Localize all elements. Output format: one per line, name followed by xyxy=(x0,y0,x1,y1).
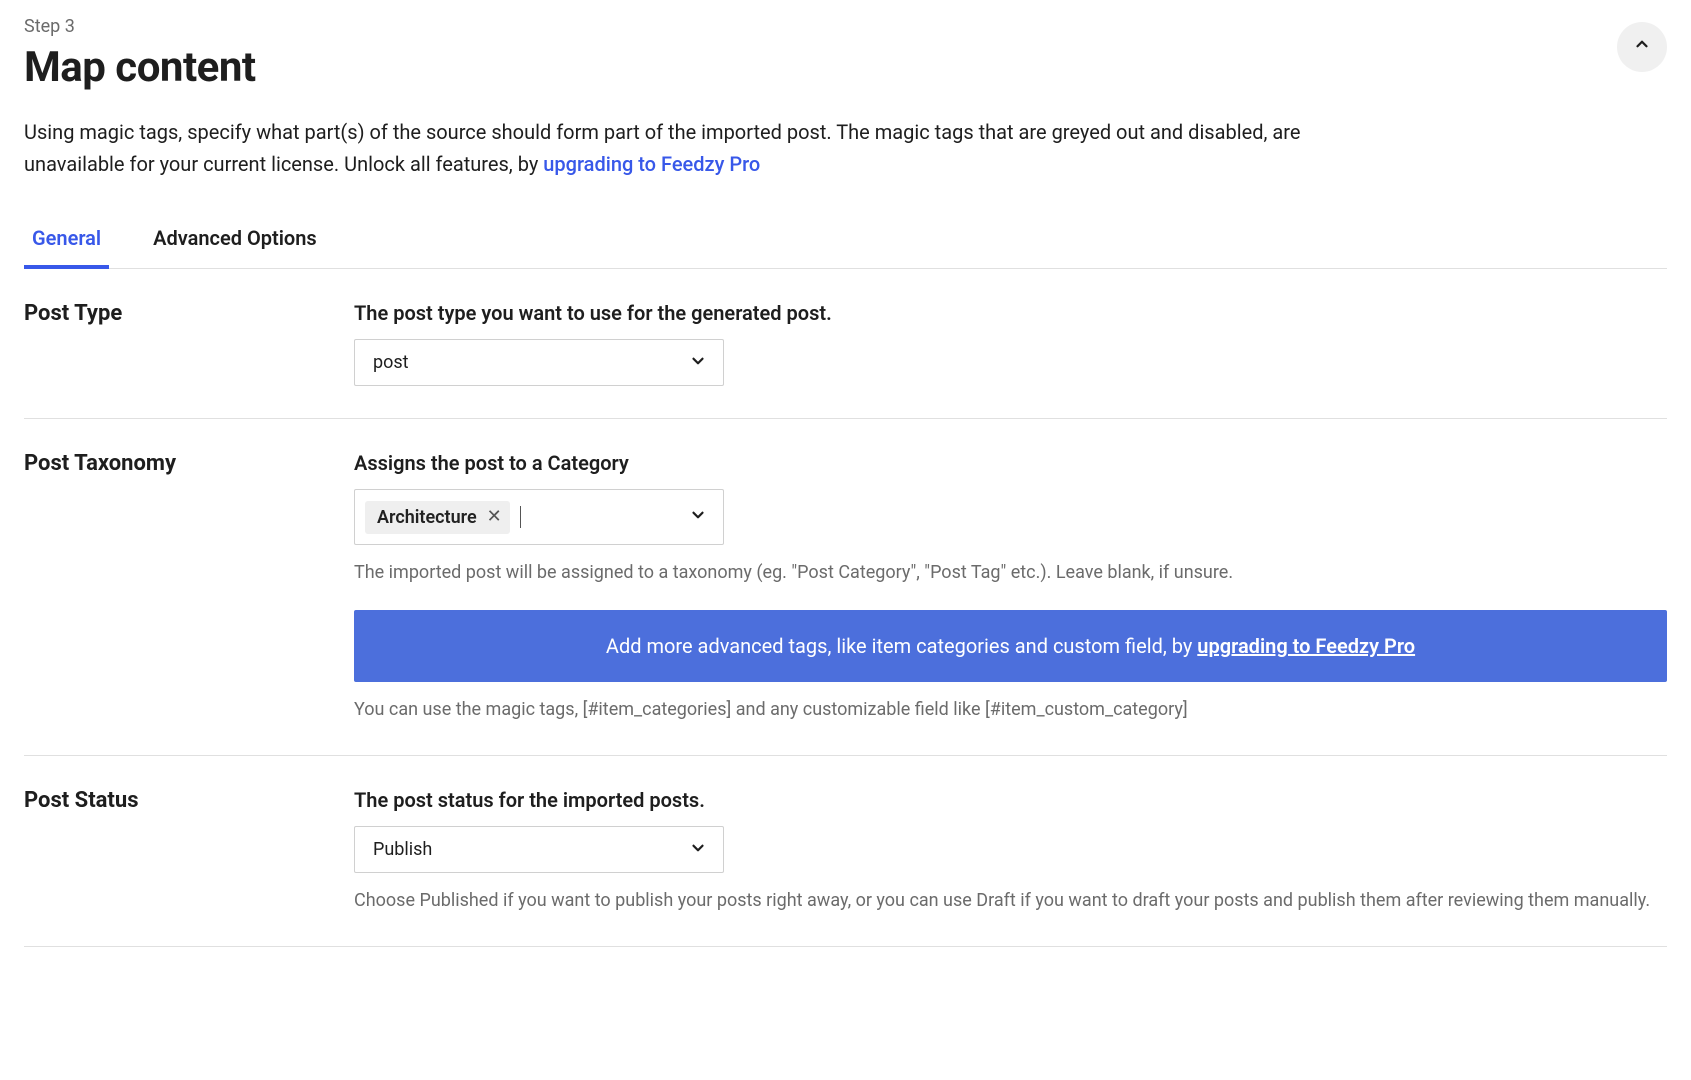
section-post-status: Post Status The post status for the impo… xyxy=(24,756,1667,947)
post-status-help: Choose Published if you want to publish … xyxy=(354,887,1667,914)
upgrade-link[interactable]: upgrading to Feedzy Pro xyxy=(543,152,760,176)
tab-general[interactable]: General xyxy=(24,210,109,268)
post-status-label: The post status for the imported posts. xyxy=(354,788,1667,812)
section-title-post-taxonomy: Post Taxonomy xyxy=(24,451,354,476)
tab-advanced-options[interactable]: Advanced Options xyxy=(145,210,325,268)
section-post-taxonomy: Post Taxonomy Assigns the post to a Cate… xyxy=(24,419,1667,756)
chevron-down-icon xyxy=(689,352,707,374)
taxonomy-tag: Architecture ✕ xyxy=(365,501,510,534)
step-label: Step 3 xyxy=(24,16,256,37)
collapse-button[interactable] xyxy=(1617,22,1667,72)
post-taxonomy-select[interactable]: Architecture ✕ xyxy=(354,489,724,545)
post-taxonomy-label: Assigns the post to a Category xyxy=(354,451,1667,475)
post-status-value: Publish xyxy=(373,839,432,860)
page-title: Map content xyxy=(24,43,256,92)
banner-upgrade-link[interactable]: upgrading to Feedzy Pro xyxy=(1197,634,1415,658)
section-title-post-status: Post Status xyxy=(24,788,354,813)
post-type-label: The post type you want to use for the ge… xyxy=(354,301,1667,325)
taxonomy-help-2: You can use the magic tags, [#item_categ… xyxy=(354,696,1667,723)
post-type-value: post xyxy=(373,352,409,373)
banner-text: Add more advanced tags, like item catego… xyxy=(606,634,1197,658)
post-type-select[interactable]: post xyxy=(354,339,724,386)
remove-tag-icon[interactable]: ✕ xyxy=(487,508,502,526)
chevron-up-icon xyxy=(1633,35,1651,59)
chevron-down-icon xyxy=(689,839,707,861)
taxonomy-tag-label: Architecture xyxy=(377,507,477,528)
chevron-down-icon xyxy=(689,506,707,528)
section-title-post-type: Post Type xyxy=(24,301,354,326)
taxonomy-help-1: The imported post will be assigned to a … xyxy=(354,559,1667,586)
upgrade-banner: Add more advanced tags, like item catego… xyxy=(354,610,1667,682)
post-status-select[interactable]: Publish xyxy=(354,826,724,873)
tabs: General Advanced Options xyxy=(24,210,1667,269)
text-cursor xyxy=(520,506,521,528)
intro-text: Using magic tags, specify what part(s) o… xyxy=(24,116,1344,180)
section-post-type: Post Type The post type you want to use … xyxy=(24,269,1667,419)
